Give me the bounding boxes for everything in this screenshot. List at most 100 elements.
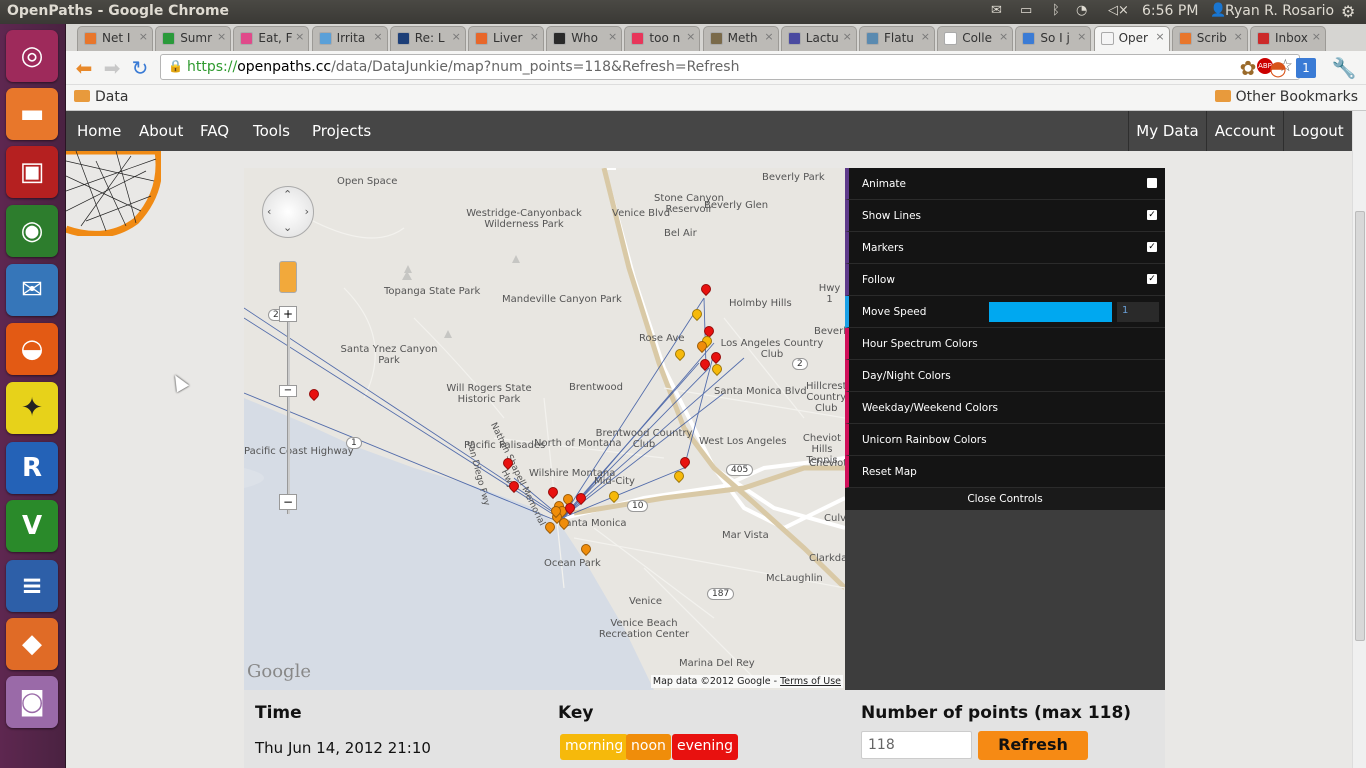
location-marker[interactable] xyxy=(545,484,561,500)
tab-close-icon[interactable]: × xyxy=(686,30,695,43)
nav-about[interactable]: About xyxy=(139,111,183,151)
ctrl-follow-row[interactable]: Follow ✓ xyxy=(845,264,1165,296)
extension-basket-icon[interactable]: ✿ xyxy=(1236,56,1260,80)
nav-my-data[interactable]: My Data xyxy=(1128,111,1206,151)
tab-close-icon[interactable]: × xyxy=(1155,30,1164,43)
refresh-button[interactable]: Refresh xyxy=(978,731,1088,760)
tab-close-icon[interactable]: × xyxy=(295,30,304,43)
move-speed-value[interactable]: 1 xyxy=(1117,302,1159,322)
pan-up-icon[interactable]: ⌃ xyxy=(283,188,292,201)
gwibber-bird-icon[interactable]: ✦ xyxy=(6,382,58,434)
forward-arrow-icon[interactable]: ➡ xyxy=(100,56,124,80)
ctrl-unicorn-row[interactable]: Unicorn Rainbow Colors xyxy=(845,424,1165,456)
tab-close-icon[interactable]: × xyxy=(217,30,226,43)
browser-tab[interactable]: Liver × xyxy=(468,26,544,51)
mail-icon[interactable]: ✉ xyxy=(991,3,1002,18)
tab-close-icon[interactable]: × xyxy=(608,30,617,43)
user-icon[interactable]: 👤 xyxy=(1210,3,1226,18)
location-marker[interactable] xyxy=(708,349,724,365)
nav-logout[interactable]: Logout xyxy=(1283,111,1352,151)
move-speed-slider[interactable] xyxy=(989,302,1112,322)
map-canvas[interactable]: Open Space Beverly Park Stone Canyon Reser… xyxy=(244,168,845,690)
pan-down-icon[interactable]: ⌄ xyxy=(283,221,292,234)
ctrl-day-night-row[interactable]: Day/Night Colors xyxy=(845,360,1165,392)
wrench-menu-icon[interactable]: 🔧 xyxy=(1332,56,1357,80)
thunderbird-icon[interactable]: ✉ xyxy=(6,264,58,316)
location-marker[interactable] xyxy=(672,346,688,362)
ctrl-show-lines-checkbox[interactable]: ✓ xyxy=(1147,210,1157,220)
location-marker[interactable] xyxy=(606,488,622,504)
zoom-slider-track[interactable] xyxy=(287,314,290,514)
location-marker[interactable] xyxy=(709,361,725,377)
volume-icon[interactable]: ◁× xyxy=(1108,3,1129,18)
page-scrollbar[interactable] xyxy=(1352,111,1366,768)
ctrl-follow-checkbox[interactable]: ✓ xyxy=(1147,274,1157,284)
user-name[interactable]: Ryan R. Rosario xyxy=(1225,3,1334,19)
tab-close-icon[interactable]: × xyxy=(139,30,148,43)
browser-tab[interactable]: Irrita × xyxy=(311,26,388,51)
browser-tab[interactable]: Re: L × xyxy=(389,26,466,51)
tab-close-icon[interactable]: × xyxy=(530,30,539,43)
r-language-icon[interactable]: R xyxy=(6,442,58,494)
nav-home[interactable]: Home xyxy=(77,111,121,151)
files-folder-icon[interactable]: ▬ xyxy=(6,88,58,140)
ubuntu-dash-icon[interactable]: ◎ xyxy=(6,30,58,82)
nav-tools[interactable]: Tools xyxy=(253,111,290,151)
nav-account[interactable]: Account xyxy=(1206,111,1283,151)
ctrl-markers-checkbox[interactable]: ✓ xyxy=(1147,242,1157,252)
tab-close-icon[interactable]: × xyxy=(452,30,461,43)
location-marker[interactable] xyxy=(578,541,594,557)
bluetooth-icon[interactable]: ᛒ xyxy=(1052,3,1060,18)
zoom-out-button[interactable]: − xyxy=(279,494,297,510)
terminal-icon[interactable]: ▣ xyxy=(6,146,58,198)
ctrl-animate-row[interactable]: Animate xyxy=(845,168,1165,200)
bookmark-data[interactable]: Data xyxy=(74,89,128,105)
pan-left-icon[interactable]: ‹ xyxy=(267,205,271,218)
tab-close-icon[interactable]: × xyxy=(999,30,1008,43)
ctrl-hour-spectrum-row[interactable]: Hour Spectrum Colors xyxy=(845,328,1165,360)
browser-tab[interactable]: Colle × xyxy=(937,26,1014,51)
tab-close-icon[interactable]: × xyxy=(373,30,382,43)
tab-close-icon[interactable]: × xyxy=(764,30,773,43)
writer-document-icon[interactable]: ≡ xyxy=(6,560,58,612)
points-input[interactable] xyxy=(861,731,972,759)
ctrl-show-lines-row[interactable]: Show Lines ✓ xyxy=(845,200,1165,232)
pan-control[interactable]: ⌃ ‹ › ⌄ xyxy=(262,186,314,238)
scrollbar-thumb[interactable] xyxy=(1355,211,1365,641)
browser-tab[interactable]: Scrib × xyxy=(1171,26,1248,51)
browser-tab[interactable]: Flatu × xyxy=(859,26,935,51)
other-bookmarks[interactable]: Other Bookmarks xyxy=(1214,89,1358,105)
calendar-extension-icon[interactable]: 1 xyxy=(1296,58,1316,78)
tab-close-icon[interactable]: × xyxy=(1234,30,1243,43)
location-marker[interactable] xyxy=(697,356,713,372)
browser-tab[interactable]: Lactu × xyxy=(780,26,857,51)
stacked-apps-icon[interactable]: ◙ xyxy=(6,676,58,728)
wifi-icon[interactable]: ◔ xyxy=(1076,3,1087,18)
browser-tab[interactable]: Eat, F × xyxy=(233,26,310,51)
software-center-icon[interactable]: ◆ xyxy=(6,618,58,670)
location-marker[interactable] xyxy=(506,478,522,494)
browser-tab[interactable]: Who × xyxy=(546,26,623,51)
browser-tab[interactable]: Oper × xyxy=(1093,26,1170,51)
chrome-icon[interactable]: ◉ xyxy=(6,205,58,257)
tab-close-icon[interactable]: × xyxy=(1077,30,1086,43)
firefox-icon[interactable]: ◒ xyxy=(6,323,58,375)
ctrl-move-speed-row[interactable]: Move Speed 1 xyxy=(845,296,1165,328)
google-logo[interactable]: Google xyxy=(247,661,311,682)
nav-projects[interactable]: Projects xyxy=(312,111,371,151)
address-bar[interactable]: 🔒 https://openpaths.cc/data/DataJunkie/m… xyxy=(160,54,1300,80)
location-marker[interactable] xyxy=(671,468,687,484)
tab-close-icon[interactable]: × xyxy=(921,30,930,43)
ctrl-animate-checkbox[interactable] xyxy=(1147,178,1157,188)
extension-hat-icon[interactable]: ◓ xyxy=(1266,56,1290,80)
back-arrow-icon[interactable]: ⬅ xyxy=(72,56,96,80)
browser-tab[interactable]: Sumr × xyxy=(155,26,232,51)
vim-icon[interactable]: V xyxy=(6,500,58,552)
nav-faq[interactable]: FAQ xyxy=(200,111,229,151)
reload-icon[interactable]: ↻ xyxy=(128,56,152,80)
tab-close-icon[interactable]: × xyxy=(1312,30,1321,43)
ctrl-weekday-weekend-row[interactable]: Weekday/Weekend Colors xyxy=(845,392,1165,424)
pan-right-icon[interactable]: › xyxy=(305,205,309,218)
zoom-in-button[interactable]: + xyxy=(279,306,297,322)
ctrl-reset-map-row[interactable]: Reset Map xyxy=(845,456,1165,488)
